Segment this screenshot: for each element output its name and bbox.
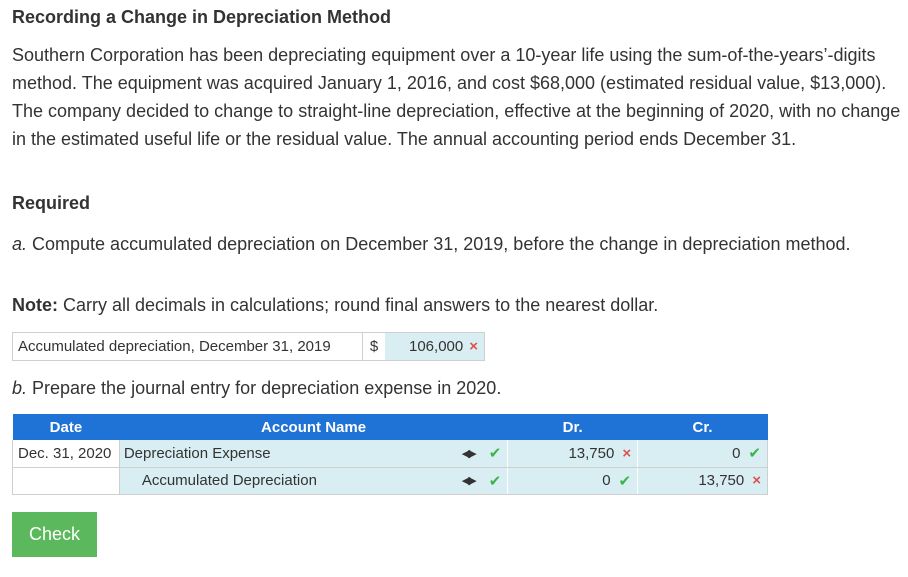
journal-row: Accumulated Depreciation ◀▶ ✔ 0 ✔ 13,750 × [12, 467, 768, 495]
debit-value: 13,750 [568, 444, 615, 462]
accumulated-depreciation-row: Accumulated depreciation, December 31, 2… [12, 332, 485, 361]
part-a-letter: a. [12, 234, 28, 254]
debit-input[interactable]: 13,750 × [507, 440, 638, 468]
required-heading: Required [12, 193, 91, 213]
account-select[interactable]: Accumulated Depreciation ◀▶ ✔ [119, 467, 508, 495]
correct-icon: ✔ [618, 472, 632, 490]
accumulated-depreciation-label: Accumulated depreciation, December 31, 2… [13, 333, 363, 360]
credit-value: 13,750 [698, 472, 745, 489]
problem-title: Recording a Change in Depreciation Metho… [12, 7, 392, 27]
part-b-question: b. Prepare the journal entry for depreci… [12, 378, 501, 399]
note: Note: Carry all decimals in calculations… [12, 295, 658, 316]
journal-row: Dec. 31, 2020 Depreciation Expense ◀▶ ✔ … [12, 440, 768, 468]
date-input[interactable]: Dec. 31, 2020 [12, 440, 120, 468]
header-debit: Dr. [507, 414, 638, 440]
header-date: Date [12, 414, 120, 440]
account-select[interactable]: Depreciation Expense ◀▶ ✔ [119, 440, 508, 468]
correct-icon: ✔ [488, 472, 502, 490]
accumulated-depreciation-value: 106,000 [409, 338, 464, 355]
account-name: Depreciation Expense [123, 444, 271, 462]
select-arrows-icon: ◀▶ [461, 475, 477, 487]
incorrect-icon: × [752, 472, 761, 489]
problem-text: Southern Corporation has been depreciati… [12, 45, 901, 149]
debit-value: 0 [602, 472, 611, 489]
debit-input[interactable]: 0 ✔ [507, 467, 638, 495]
part-b-text: Prepare the journal entry for depreciati… [27, 378, 502, 398]
part-a-question: a. Compute accumulated depreciation on D… [12, 230, 892, 258]
note-text: Carry all decimals in calculations; roun… [58, 295, 659, 315]
part-b-letter: b. [12, 378, 28, 398]
journal-entry-table: Date Account Name Dr. Cr. Dec. 31, 2020 … [12, 414, 768, 495]
date-input[interactable] [12, 467, 120, 495]
part-a-text: Compute accumulated depreciation on Dece… [27, 234, 851, 254]
select-arrows-icon: ◀▶ [461, 447, 477, 460]
incorrect-icon: × [622, 444, 632, 462]
journal-header-row: Date Account Name Dr. Cr. [12, 414, 768, 440]
incorrect-icon: × [469, 338, 478, 355]
header-credit: Cr. [637, 414, 768, 440]
credit-value: 0 [732, 444, 741, 462]
correct-icon: ✔ [488, 445, 502, 463]
currency-symbol: $ [369, 338, 379, 355]
accumulated-depreciation-input[interactable]: 106,000 × [385, 333, 484, 360]
check-button[interactable]: Check [12, 512, 97, 557]
header-account-name: Account Name [119, 414, 508, 440]
credit-input[interactable]: 13,750 × [637, 467, 768, 495]
account-name: Accumulated Depreciation [141, 472, 317, 489]
correct-icon: ✔ [748, 445, 761, 463]
credit-input[interactable]: 0 ✔ [637, 440, 768, 468]
note-label: Note: [12, 295, 58, 315]
